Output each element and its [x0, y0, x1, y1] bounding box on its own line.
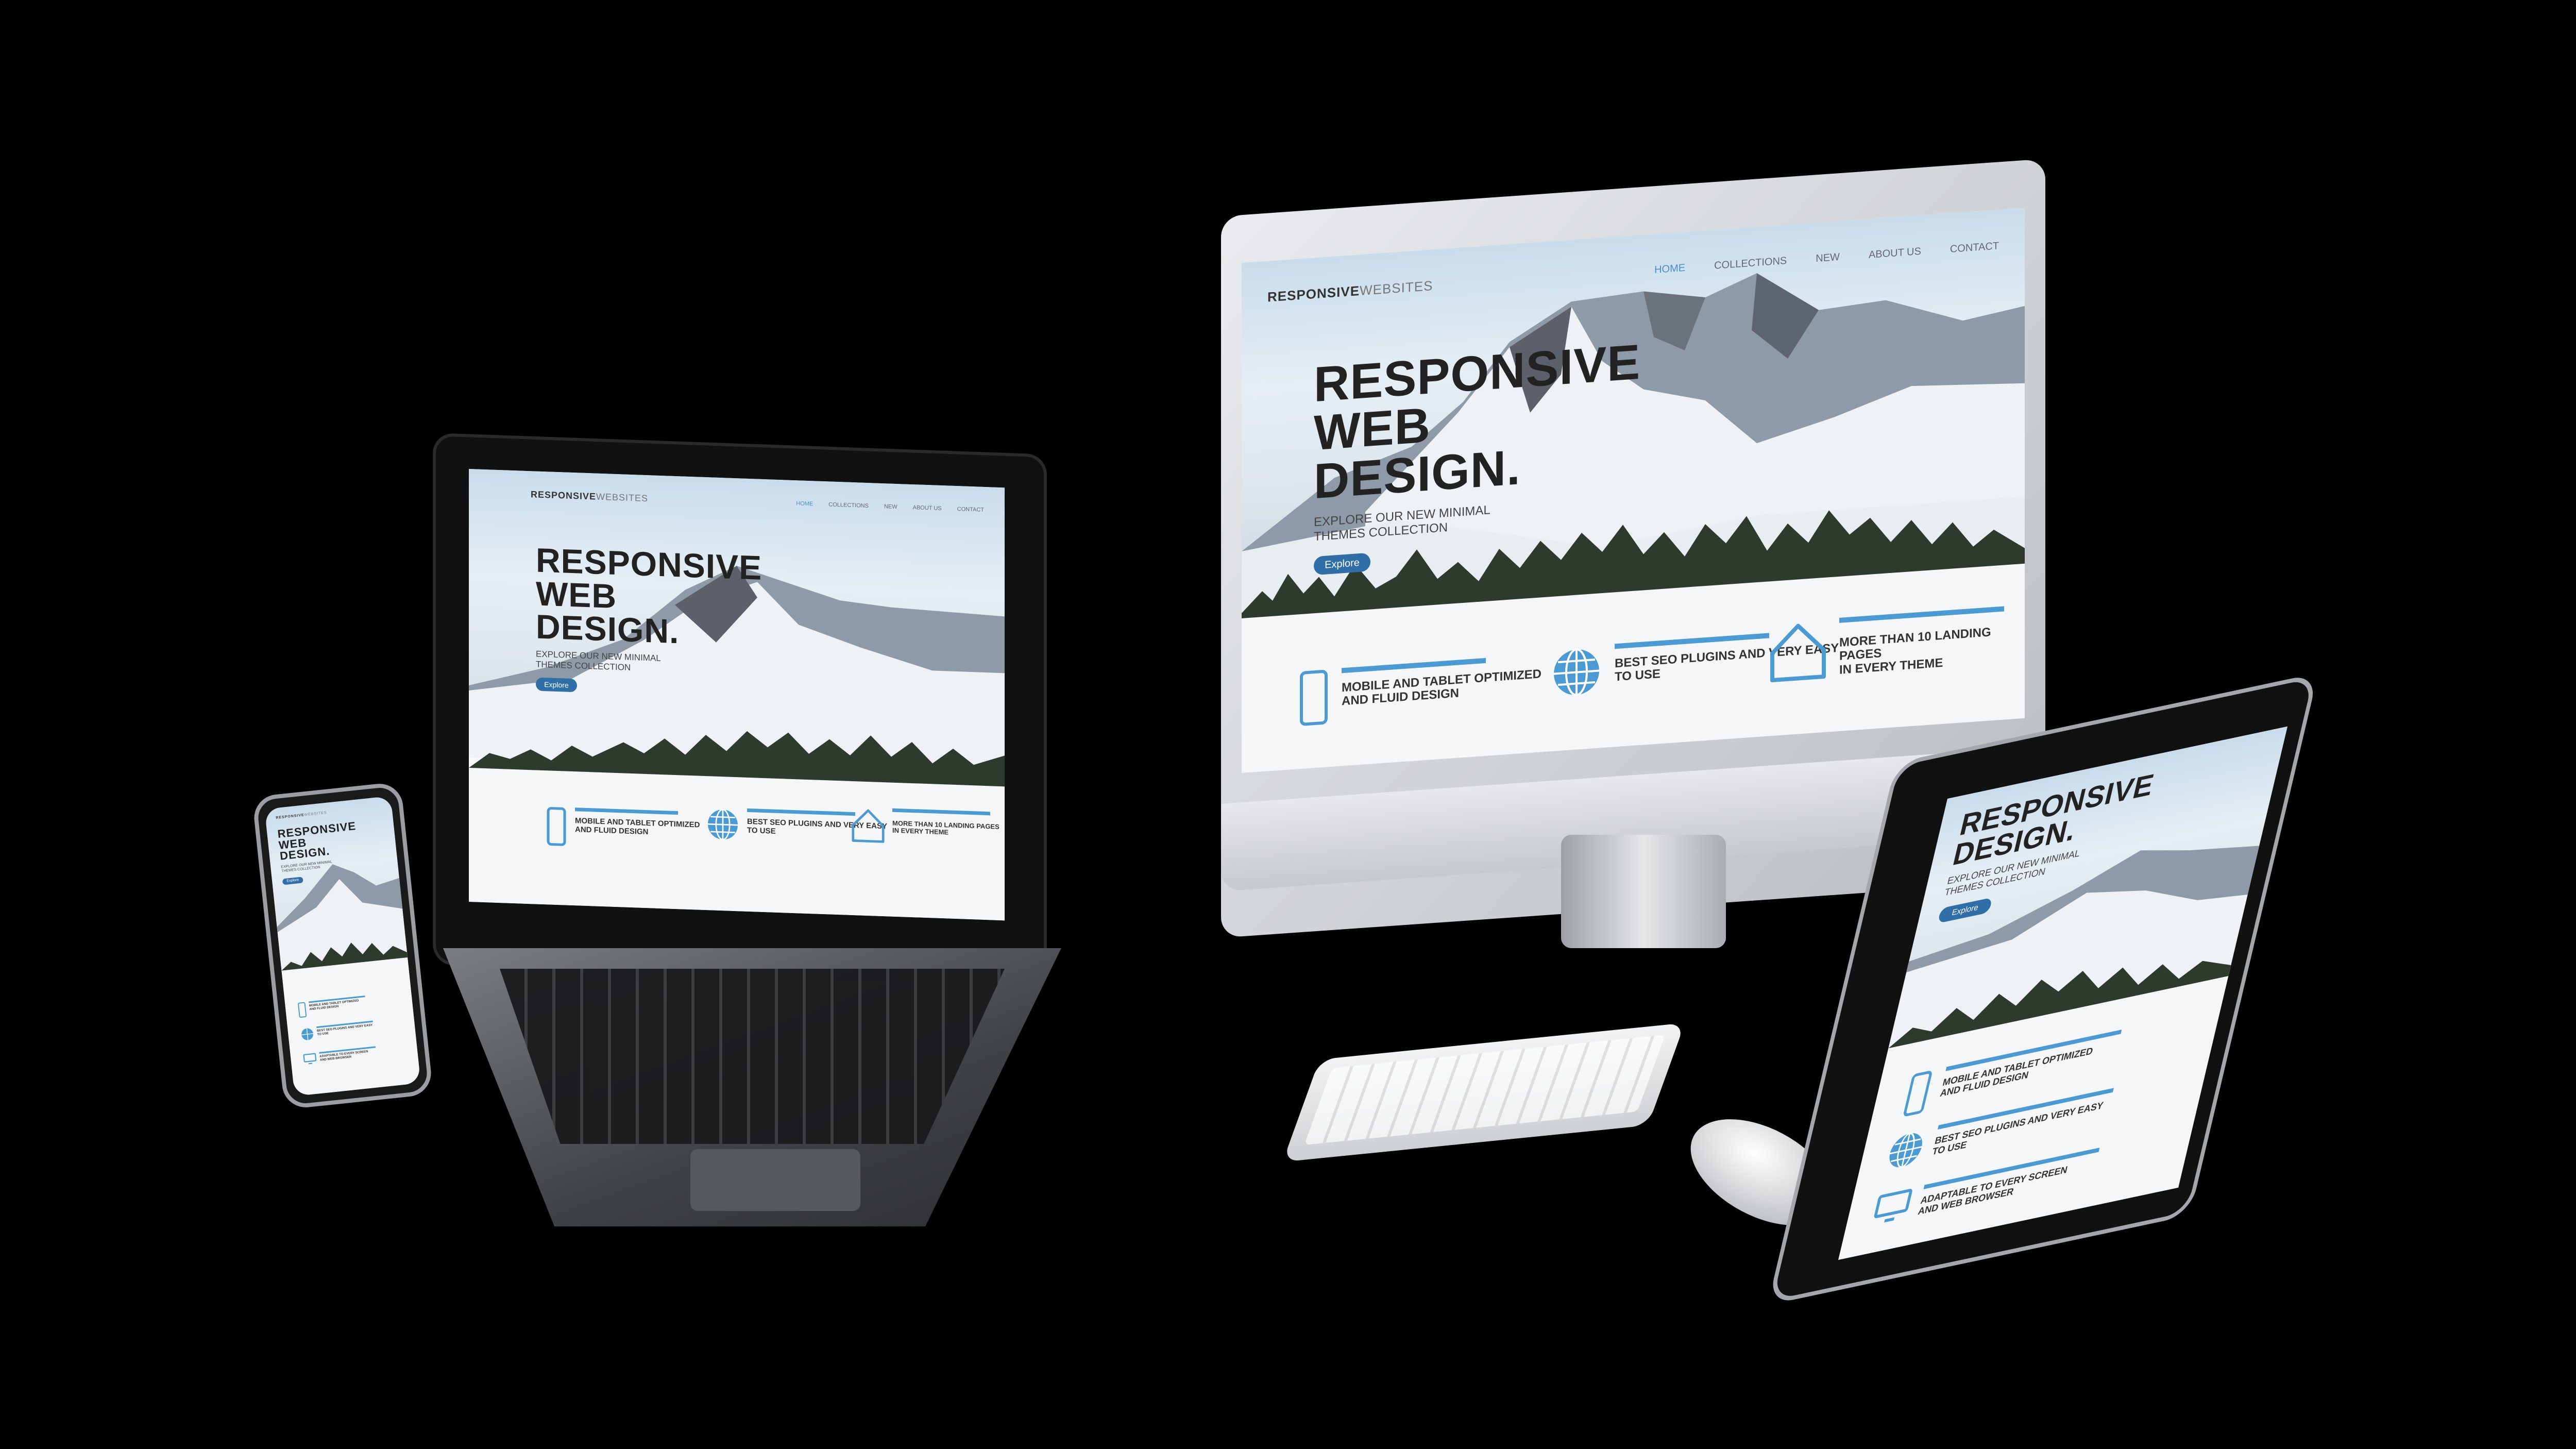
house-icon — [1770, 624, 1826, 682]
monitor-icon — [303, 1053, 317, 1065]
nav-collections[interactable]: COLLECTIONS — [1714, 255, 1787, 272]
feature-landing-pages: MORE THAN 10 LANDING PAGES IN EVERY THEM… — [850, 807, 999, 848]
phone: RESPONSIVEWEBSITES RESPONSIVE WEB DESIGN… — [251, 781, 434, 1110]
nav-home[interactable]: HOME — [796, 500, 813, 507]
site-logo[interactable]: RESPONSIVEWEBSITES — [531, 489, 648, 504]
phone-screen: RESPONSIVEWEBSITES RESPONSIVE WEB DESIGN… — [264, 796, 421, 1097]
nav-about-us[interactable]: ABOUT US — [1869, 245, 1921, 261]
tablet: RESPONSIVE DESIGN. EXPLORE OUR NEW MINIM… — [1767, 672, 2354, 1305]
nav-new[interactable]: NEW — [1816, 251, 1840, 264]
globe-icon — [707, 808, 738, 840]
monitor-stand — [1561, 835, 1726, 948]
explore-button[interactable]: Explore — [536, 677, 577, 693]
laptop-trackpad[interactable] — [690, 1149, 860, 1211]
globe-icon — [301, 1028, 314, 1040]
hero-title: RESPONSIVE WEB DESIGN. — [536, 541, 762, 651]
phone-icon — [1300, 670, 1328, 726]
nav-contact[interactable]: CONTACT — [1950, 240, 1999, 256]
feature-mobile: MOBILE AND TABLET OPTIMIZED AND FLUID DE… — [546, 806, 700, 851]
site-logo[interactable]: RESPONSIVEWEBSITES — [1267, 278, 1433, 305]
phone-icon — [298, 1002, 307, 1018]
nav-contact[interactable]: CONTACT — [957, 506, 984, 513]
hero-title: RESPONSIVE WEB DESIGN. — [1314, 334, 1641, 510]
laptop-screen: RESPONSIVEWEBSITES HOME COLLECTIONS NEW … — [469, 469, 1005, 921]
nav-new[interactable]: NEW — [884, 503, 897, 510]
nav-collections[interactable]: COLLECTIONS — [828, 501, 869, 509]
nav-home[interactable]: HOME — [1654, 262, 1685, 276]
laptop: RESPONSIVEWEBSITES HOME COLLECTIONS NEW … — [422, 433, 1072, 1232]
site-nav: HOME COLLECTIONS NEW ABOUT US CONTACT — [796, 500, 984, 513]
monitor-screen: RESPONSIVEWEBSITES HOME COLLECTIONS NEW … — [1242, 208, 2025, 773]
nav-about-us[interactable]: ABOUT US — [913, 504, 942, 512]
phone-icon — [547, 807, 566, 846]
keyboard-keys — [1304, 1035, 1666, 1145]
globe-icon — [1554, 648, 1599, 696]
laptop-keyboard[interactable] — [500, 969, 1005, 1144]
house-icon — [852, 809, 885, 843]
keyboard[interactable] — [1282, 1023, 1685, 1162]
